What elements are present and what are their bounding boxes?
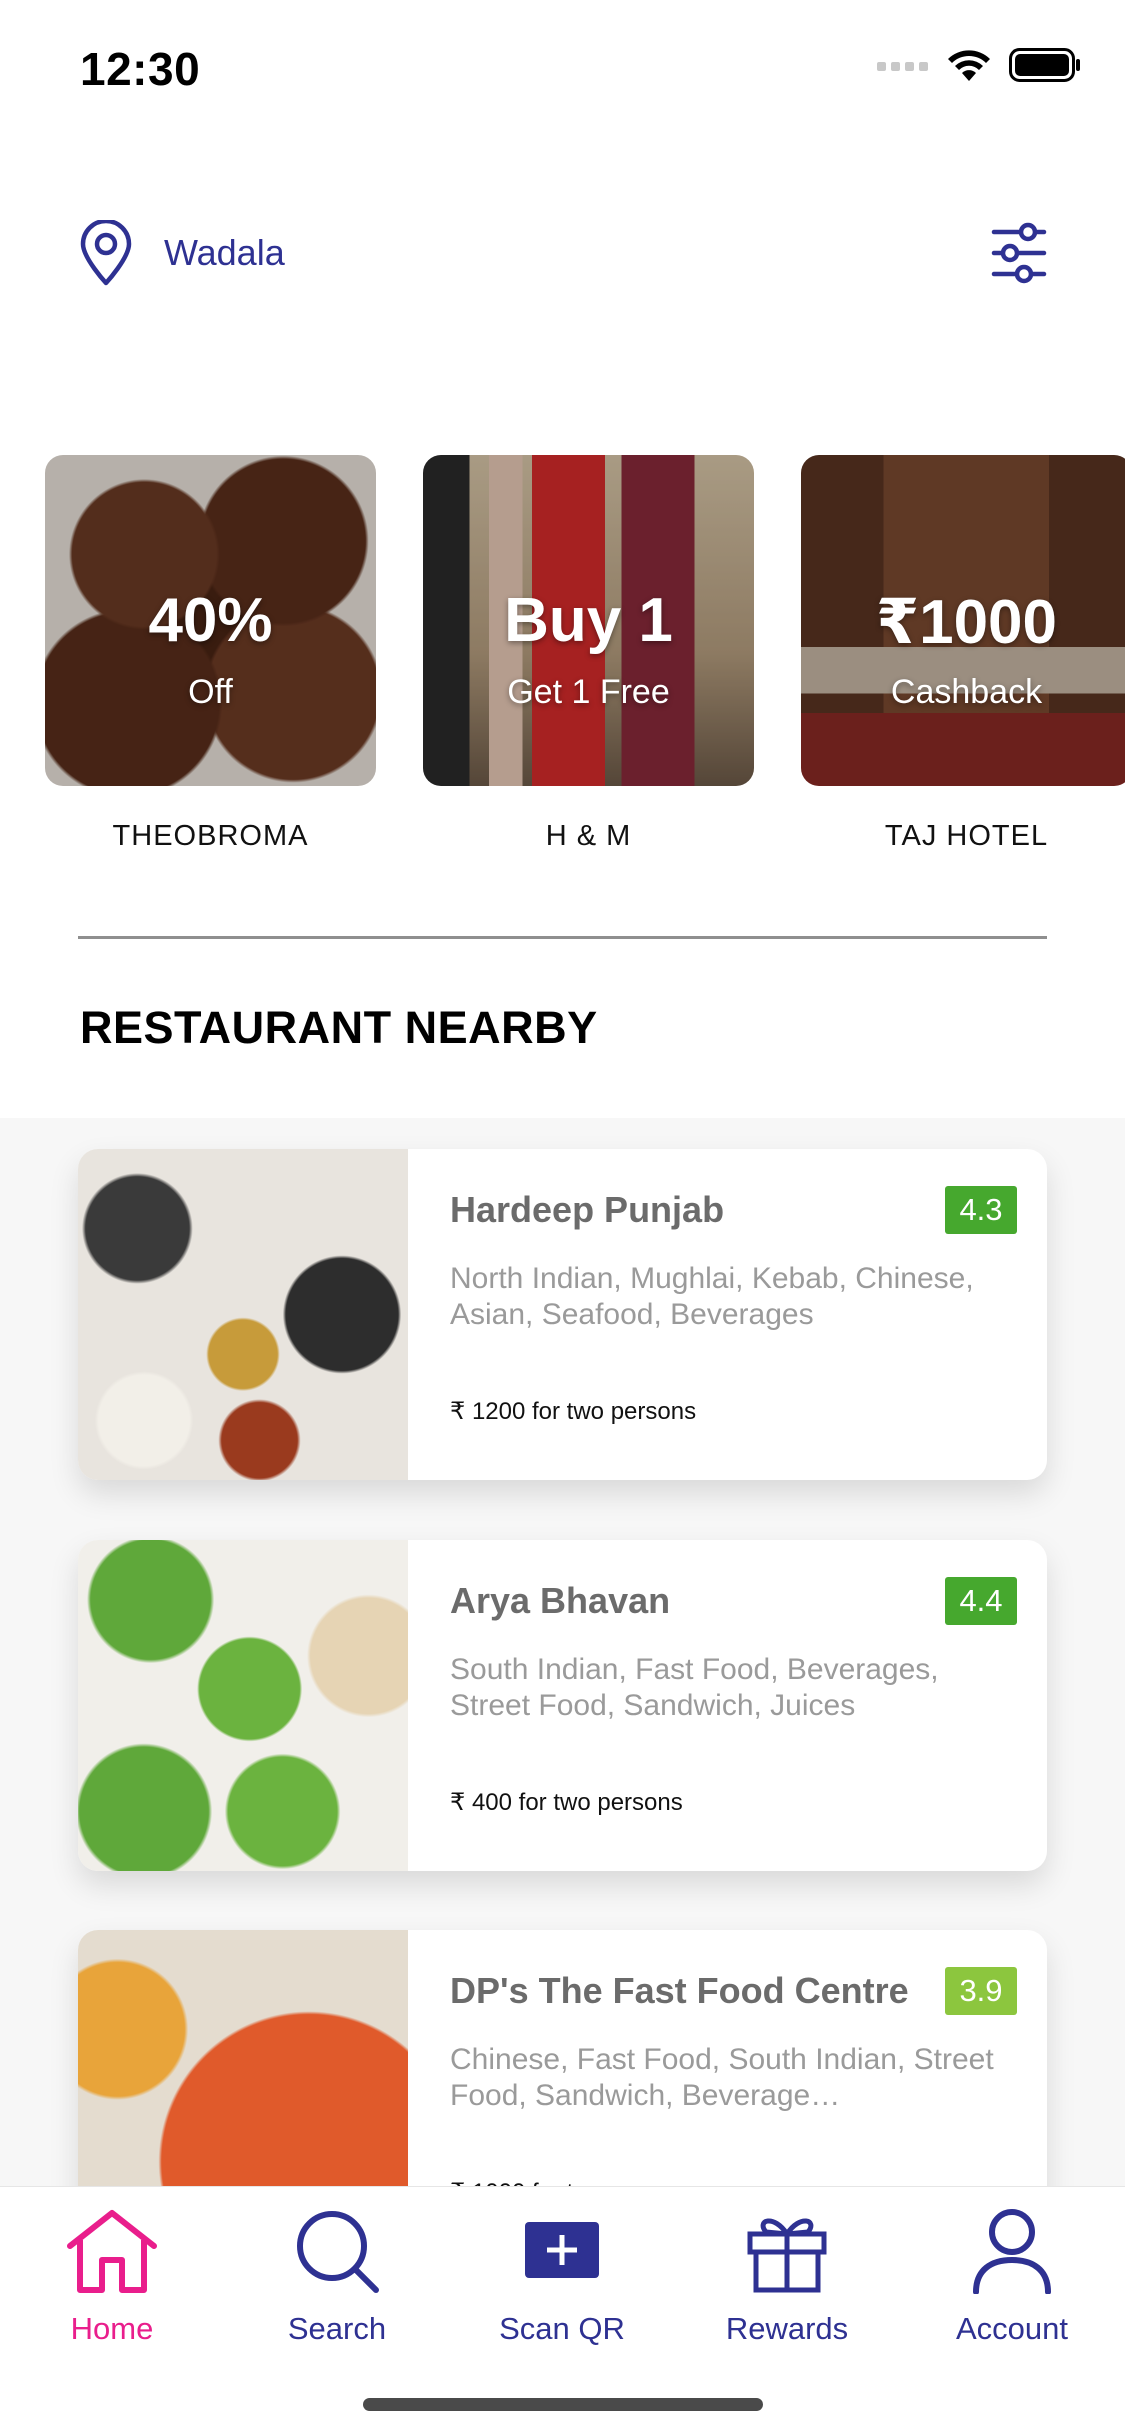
location-pin-icon (80, 219, 132, 285)
restaurant-cost: ₹ 1200 for two persons (450, 1398, 697, 1425)
restaurant-image (78, 1540, 408, 1871)
offer-headline: Buy 1 (504, 586, 673, 655)
offer-subline: Cashback (890, 673, 1043, 711)
restaurant-name: Hardeep Punjab (450, 1189, 725, 1230)
offer-card[interactable]: Buy 1 Get 1 Free H & M (423, 455, 754, 853)
status-icons (877, 48, 1081, 82)
offer-brand: THEOBROMA (112, 820, 309, 852)
offer-headline: 40% (148, 586, 273, 655)
tab-scan-qr[interactable]: Scan QR (472, 2205, 652, 2365)
offer-image: ₹1000 Cashback (801, 455, 1125, 786)
status-bar: 12:30 (0, 0, 1125, 132)
home-indicator[interactable] (363, 2398, 763, 2411)
filter-sliders-icon[interactable] (991, 222, 1047, 284)
section-divider (78, 936, 1047, 939)
restaurant-image (78, 1149, 408, 1480)
tab-label: Scan QR (499, 2311, 625, 2346)
location-name: Wadala (164, 231, 285, 273)
gift-icon (747, 2218, 827, 2293)
restaurant-name: DP's The Fast Food Centre (450, 1970, 909, 2011)
rating-badge: 4.3 (945, 1186, 1017, 1234)
offer-card[interactable]: 40% Off THEOBROMA (45, 455, 376, 853)
restaurant-card[interactable]: Arya Bhavan 4.4 South Indian, Fast Food,… (78, 1540, 1047, 1871)
restaurant-cost: ₹ 400 for two persons (450, 1789, 683, 1816)
offer-subline: Get 1 Free (507, 673, 670, 711)
battery-icon (1009, 48, 1080, 82)
restaurant-cuisine: Chinese, Fast Food, South Indian, Street… (450, 2043, 994, 2112)
restaurant-cuisine: North Indian, Mughlai, Kebab, Chinese, A… (450, 1262, 974, 1331)
tab-label: Search (287, 2311, 387, 2346)
offer-headline: ₹1000 (875, 588, 1058, 657)
offer-card[interactable]: ₹1000 Cashback TAJ HOTEL (801, 455, 1125, 853)
wifi-icon (948, 50, 990, 81)
tab-home[interactable]: Home (22, 2205, 202, 2365)
restaurant-cuisine: South Indian, Fast Food, Beverages, Stre… (450, 1653, 939, 1722)
scan-qr-icon (525, 2222, 599, 2278)
search-icon (297, 2211, 379, 2293)
cellular-signal-icon (877, 62, 928, 71)
offer-brand: H & M (545, 820, 632, 852)
rating-badge: 3.9 (945, 1967, 1017, 2015)
tab-rewards[interactable]: Rewards (697, 2205, 877, 2365)
offer-image: Buy 1 Get 1 Free (423, 455, 754, 786)
location-selector[interactable]: Wadala (78, 219, 285, 286)
tab-label: Rewards (725, 2311, 849, 2346)
tab-search[interactable]: Search (247, 2205, 427, 2365)
offer-image: 40% Off (45, 455, 376, 786)
section-title: RESTAURANT NEARBY (80, 1002, 598, 1053)
tab-label: Account (955, 2311, 1068, 2346)
offers-carousel[interactable]: 40% Off THEOBROMA Buy 1 Get 1 Free H & M… (45, 455, 1125, 855)
rating-badge: 4.4 (945, 1577, 1017, 1625)
offer-brand: TAJ HOTEL (884, 820, 1049, 852)
location-header: Wadala (78, 215, 1047, 290)
home-icon (67, 2210, 157, 2293)
tab-account[interactable]: Account (922, 2205, 1102, 2365)
tab-label: Home (70, 2311, 154, 2346)
account-icon (973, 2209, 1051, 2294)
status-time: 12:30 (80, 43, 201, 95)
restaurant-list[interactable]: Hardeep Punjab 4.3 North Indian, Mughlai… (0, 1118, 1125, 2261)
offer-subline: Off (188, 673, 233, 711)
restaurant-name: Arya Bhavan (450, 1580, 671, 1621)
restaurant-card[interactable]: Hardeep Punjab 4.3 North Indian, Mughlai… (78, 1149, 1047, 1480)
